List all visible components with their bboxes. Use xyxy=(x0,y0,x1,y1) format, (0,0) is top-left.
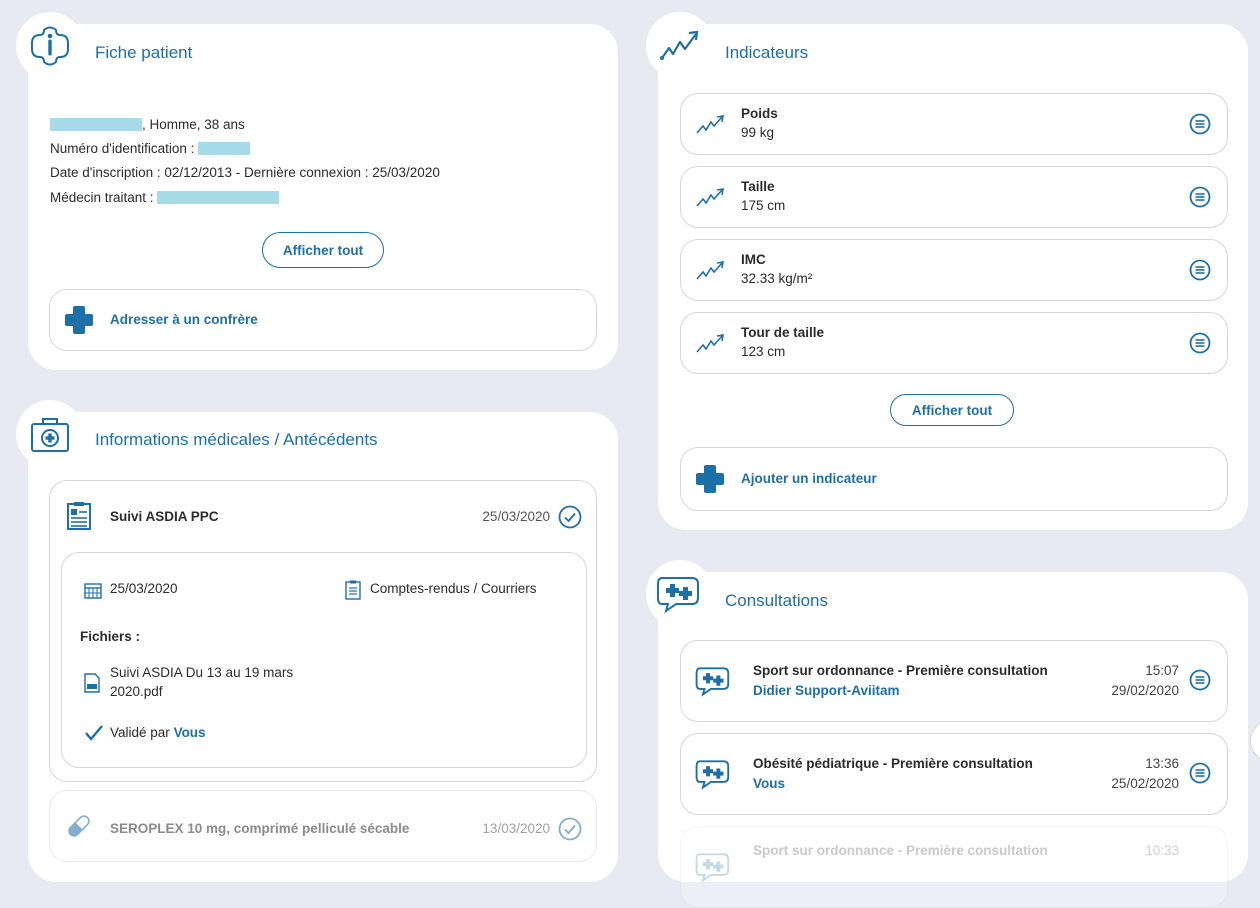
check-circle-icon[interactable] xyxy=(558,505,582,529)
consultation-date: 29/02/2020 xyxy=(1111,683,1179,698)
check-circle-icon[interactable] xyxy=(558,817,582,841)
checkmark-icon xyxy=(85,725,103,741)
files-label: Fichiers : xyxy=(80,629,141,644)
consultation-practitioner[interactable]: Didier Support-Aviitam xyxy=(753,683,900,698)
indicator-value: 32.33 kg/m² xyxy=(741,271,813,286)
consultation-time: 10:33 xyxy=(1145,843,1179,858)
entry2-title: SEROPLEX 10 mg, comprimé pelliculé sécab… xyxy=(110,821,410,836)
indicator-value: 99 kg xyxy=(741,125,775,140)
registration-line: Date d'inscription : 02/12/2013 - Derniè… xyxy=(50,165,440,180)
medical-entry-suivi-asdia[interactable]: Suivi ASDIA PPC 25/03/2020 25/03/2020 Co… xyxy=(49,480,597,782)
menu-icon[interactable] xyxy=(1189,762,1211,784)
add-indicator-label: Ajouter un indicateur xyxy=(741,471,877,486)
refer-colleague-label: Adresser à un confrère xyxy=(110,312,258,327)
consultation-time: 15:07 xyxy=(1145,663,1179,678)
consultation-title: Sport sur ordonnance - Première consulta… xyxy=(753,663,1048,678)
validated-prefix: Validé par xyxy=(110,725,170,740)
patient-icon xyxy=(16,12,84,80)
indicator-row-tour-de-taille[interactable]: Tour de taille 123 cm xyxy=(680,312,1228,374)
consultation-row[interactable]: Sport sur ordonnance - Première consulta… xyxy=(680,640,1228,722)
detail-category: Comptes-rendus / Courriers xyxy=(370,581,537,596)
consultation-row[interactable]: Sport sur ordonnance - Première consulta… xyxy=(680,826,1228,908)
consultation-row[interactable]: Obésité pédiatrique - Première consultat… xyxy=(680,733,1228,815)
redacted-patient-id xyxy=(198,142,251,155)
consultations-card: Consultations Sport sur ordonnance - Pre… xyxy=(646,560,1248,908)
indicator-row-taille[interactable]: Taille 175 cm xyxy=(680,166,1228,228)
menu-icon[interactable] xyxy=(1189,259,1211,281)
patient-id-line: Numéro d'identification : xyxy=(50,141,251,156)
file-name-line1: Suivi ASDIA Du 13 au 19 mars xyxy=(110,665,294,680)
trend-icon xyxy=(696,261,724,280)
patient-show-all-button[interactable]: Afficher tout xyxy=(262,232,384,268)
file-name-line2: 2020.pdf xyxy=(110,684,163,699)
redacted-doctor-name xyxy=(157,191,280,204)
validated-line: Validé par Vous xyxy=(110,725,206,740)
indicators-card: Indicateurs Poids 99 kg Taille 175 cm IM… xyxy=(646,12,1248,530)
validated-by[interactable]: Vous xyxy=(174,725,206,740)
indicator-name: Poids xyxy=(741,106,778,121)
consultation-title: Obésité pédiatrique - Première consultat… xyxy=(753,756,1033,771)
medical-kit-icon xyxy=(16,400,84,468)
pdf-file-icon xyxy=(84,673,100,693)
trend-icon xyxy=(696,115,724,134)
menu-icon[interactable] xyxy=(1189,113,1211,135)
detail-date: 25/03/2020 xyxy=(110,581,178,596)
side-scroll-button[interactable] xyxy=(1250,720,1260,762)
indicator-value: 175 cm xyxy=(741,198,786,213)
menu-icon[interactable] xyxy=(1189,186,1211,208)
file-link[interactable]: Suivi ASDIA Du 13 au 19 mars 2020.pdf xyxy=(110,663,293,701)
patient-gender-age: , Homme, 38 ans xyxy=(142,117,245,132)
redacted-patient-name xyxy=(50,118,142,131)
indicator-name: IMC xyxy=(741,252,766,267)
patient-card-title: Fiche patient xyxy=(95,43,193,62)
consultation-chat-icon xyxy=(695,853,730,883)
trend-icon xyxy=(696,334,724,353)
plus-icon xyxy=(65,306,93,334)
consultation-title: Sport sur ordonnance - Première consulta… xyxy=(753,843,1048,858)
consultation-chat-icon xyxy=(695,667,730,697)
indicator-row-poids[interactable]: Poids 99 kg xyxy=(680,93,1228,155)
patient-id-label: Numéro d'identification : xyxy=(50,141,195,156)
consultation-practitioner[interactable]: Vous xyxy=(753,776,785,791)
entry2-date: 13/03/2020 xyxy=(482,821,550,836)
patient-card: Fiche patient , Homme, 38 ans Numéro d'i… xyxy=(16,12,618,370)
patient-name-line: , Homme, 38 ans xyxy=(50,117,245,132)
trend-chart-icon xyxy=(646,12,714,80)
medical-card-title: Informations médicales / Antécédents xyxy=(95,430,378,449)
refer-colleague-button[interactable]: Adresser à un confrère xyxy=(49,289,597,351)
indicator-name: Tour de taille xyxy=(741,325,825,340)
entry-date: 25/03/2020 xyxy=(482,509,550,524)
consultations-card-title: Consultations xyxy=(725,591,829,610)
calendar-icon xyxy=(84,583,102,599)
medical-card: Informations médicales / Antécédents Sui… xyxy=(16,400,618,882)
entry-title: Suivi ASDIA PPC xyxy=(110,509,219,524)
document-list-icon xyxy=(345,580,361,600)
consultation-chat-icon xyxy=(646,560,714,628)
clipboard-icon xyxy=(67,502,91,530)
indicators-show-all-button[interactable]: Afficher tout xyxy=(890,394,1014,426)
add-indicator-button[interactable]: Ajouter un indicateur xyxy=(680,447,1228,511)
indicator-value: 123 cm xyxy=(741,344,786,359)
trend-icon xyxy=(696,188,724,207)
consultation-date: 25/02/2020 xyxy=(1111,776,1179,791)
entry-detail-panel: 25/03/2020 Comptes-rendus / Courriers Fi… xyxy=(61,552,587,768)
consultation-time: 13:36 xyxy=(1145,756,1179,771)
indicator-row-imc[interactable]: IMC 32.33 kg/m² xyxy=(680,239,1228,301)
indicator-name: Taille xyxy=(741,179,775,194)
plus-icon xyxy=(696,465,724,493)
menu-icon[interactable] xyxy=(1189,332,1211,354)
indicators-card-title: Indicateurs xyxy=(725,43,809,62)
doctor-line: Médecin traitant : xyxy=(50,190,280,205)
pill-capsule-icon xyxy=(68,815,90,837)
doctor-label: Médecin traitant : xyxy=(50,190,154,205)
menu-icon[interactable] xyxy=(1189,669,1211,691)
consultation-chat-icon xyxy=(695,760,730,790)
medical-entry-seroplex[interactable]: SEROPLEX 10 mg, comprimé pelliculé sécab… xyxy=(49,790,597,862)
